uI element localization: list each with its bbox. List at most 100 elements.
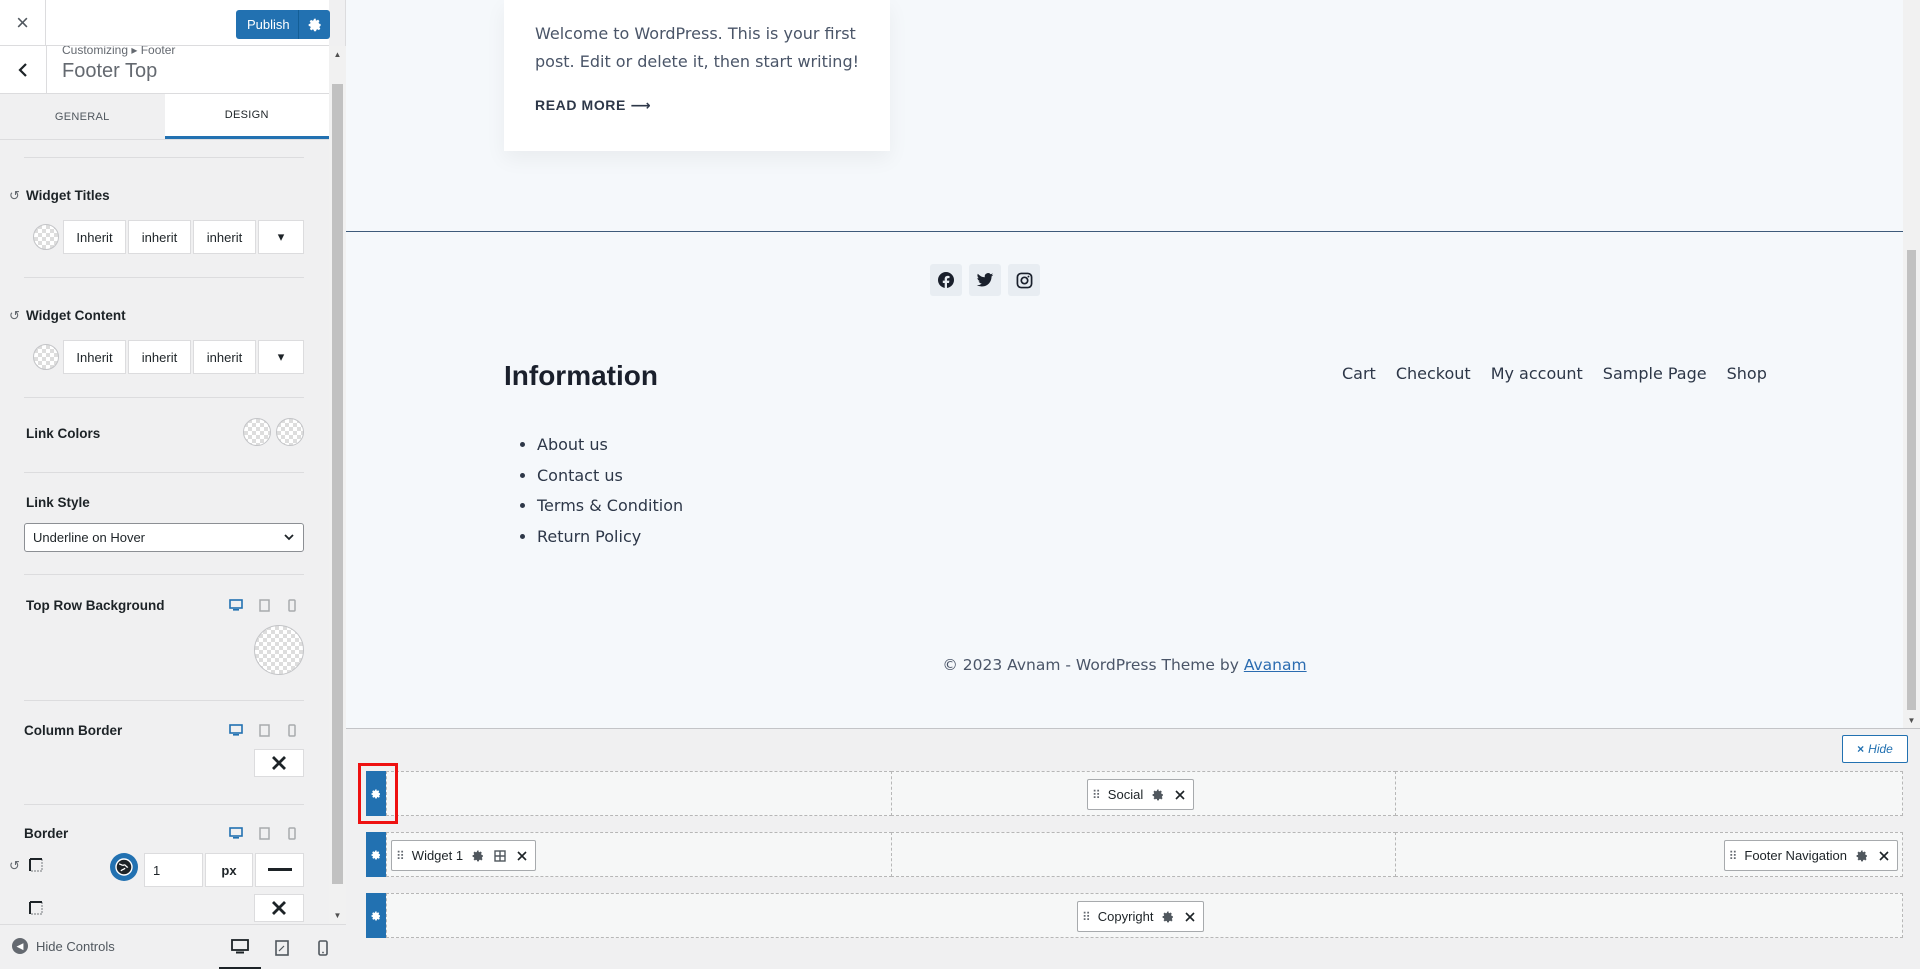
widget-titles-more-dropdown[interactable]: ▾ bbox=[258, 220, 304, 254]
desktop-icon[interactable] bbox=[229, 826, 243, 840]
link-style-select[interactable]: Underline on Hover bbox=[24, 523, 304, 552]
tablet-icon[interactable] bbox=[257, 598, 271, 612]
preview-desktop-button[interactable] bbox=[219, 925, 261, 969]
sidebar-scrollbar[interactable]: ▲ ▼ bbox=[329, 46, 346, 924]
divider bbox=[24, 397, 304, 398]
instagram-icon[interactable] bbox=[1008, 264, 1040, 296]
hide-builder-button[interactable]: × Hide bbox=[1842, 735, 1908, 763]
drag-handle-icon[interactable]: ⠿ bbox=[1729, 849, 1738, 863]
scroll-down-arrow-icon[interactable]: ▼ bbox=[1903, 714, 1920, 726]
widgets-grid-icon[interactable] bbox=[493, 849, 507, 863]
preview-scroll-thumb[interactable] bbox=[1907, 250, 1916, 710]
close-icon[interactable] bbox=[1183, 910, 1197, 924]
section-title: Footer Top bbox=[62, 60, 158, 82]
column-border-none-button[interactable] bbox=[254, 749, 304, 777]
mobile-icon bbox=[318, 939, 328, 956]
border-top-side-icon bbox=[28, 857, 44, 878]
border-style-select[interactable] bbox=[255, 853, 304, 887]
widget-content-color-swatch[interactable] bbox=[33, 344, 59, 370]
collapse-arrow-icon: ◀ bbox=[12, 938, 28, 954]
footer-nav-shop[interactable]: Shop bbox=[1727, 364, 1767, 383]
reset-icon[interactable]: ↺ bbox=[9, 308, 20, 324]
builder-column[interactable]: ⠿ Widget 1 bbox=[386, 832, 892, 877]
builder-column[interactable]: ⠿ Copyright bbox=[386, 893, 1903, 938]
builder-column[interactable] bbox=[1395, 771, 1903, 816]
globe-icon[interactable] bbox=[110, 853, 138, 881]
footer-nav-checkout[interactable]: Checkout bbox=[1396, 364, 1471, 383]
drag-handle-icon[interactable]: ⠿ bbox=[1082, 910, 1091, 924]
tab-design[interactable]: DESIGN bbox=[164, 94, 329, 139]
close-customizer-button[interactable]: × bbox=[0, 0, 46, 46]
border-unit-select[interactable]: px bbox=[205, 853, 253, 887]
footer-nav-my-account[interactable]: My account bbox=[1491, 364, 1583, 383]
row-settings-button[interactable] bbox=[366, 832, 386, 877]
copyright-item[interactable]: ⠿ Copyright bbox=[1077, 901, 1205, 932]
social-item[interactable]: ⠿ Social bbox=[1087, 779, 1195, 810]
mobile-icon[interactable] bbox=[285, 598, 299, 612]
border-none-button[interactable] bbox=[254, 894, 304, 922]
widget-titles-font-family[interactable]: Inherit bbox=[63, 220, 126, 254]
preview-scrollbar[interactable]: ▼ bbox=[1903, 0, 1920, 728]
reset-icon[interactable]: ↺ bbox=[9, 188, 20, 204]
footer-navigation: Cart Checkout My account Sample Page Sho… bbox=[1342, 364, 1767, 383]
scroll-down-arrow-icon[interactable]: ▼ bbox=[329, 907, 346, 924]
sidebar-scroll-thumb[interactable] bbox=[332, 84, 343, 884]
tablet-icon[interactable] bbox=[257, 826, 271, 840]
close-icon[interactable] bbox=[515, 849, 529, 863]
gear-icon[interactable] bbox=[471, 849, 485, 863]
gear-icon[interactable] bbox=[1161, 910, 1175, 924]
hide-controls-button[interactable]: ◀ Hide Controls bbox=[12, 938, 115, 954]
builder-column[interactable] bbox=[891, 832, 1396, 877]
list-item[interactable]: About us bbox=[537, 430, 683, 461]
close-icon[interactable] bbox=[1173, 788, 1187, 802]
link-hover-color-swatch[interactable] bbox=[276, 418, 304, 446]
builder-column[interactable]: ⠿ Footer Navigation bbox=[1395, 832, 1903, 877]
mobile-icon[interactable] bbox=[285, 723, 299, 737]
widget-content-font-weight[interactable]: inherit bbox=[128, 340, 191, 374]
close-icon bbox=[272, 756, 286, 770]
border-width-input[interactable]: 1 bbox=[144, 853, 203, 887]
widget-1-item[interactable]: ⠿ Widget 1 bbox=[391, 840, 537, 871]
gear-icon[interactable] bbox=[1855, 849, 1869, 863]
builder-column[interactable]: ⠿ Social bbox=[891, 771, 1396, 816]
drag-handle-icon[interactable]: ⠿ bbox=[1092, 788, 1101, 802]
desktop-icon[interactable] bbox=[229, 598, 243, 612]
read-more-link[interactable]: READ MORE ⟶ bbox=[535, 97, 651, 114]
widget-content-font-family[interactable]: Inherit bbox=[63, 340, 126, 374]
footer-builder-panel: × Hide ⠿ Social ⠿ Widget 1 ⠿ Footer Navi… bbox=[346, 728, 1920, 969]
footer-navigation-item[interactable]: ⠿ Footer Navigation bbox=[1723, 840, 1898, 871]
preview-mobile-button[interactable] bbox=[302, 925, 344, 969]
gear-icon[interactable] bbox=[1151, 788, 1165, 802]
scroll-up-arrow-icon[interactable]: ▲ bbox=[329, 46, 346, 63]
list-item[interactable]: Contact us bbox=[537, 461, 683, 492]
preview-tablet-button[interactable] bbox=[261, 925, 303, 969]
link-color-swatch[interactable] bbox=[243, 418, 271, 446]
desktop-icon[interactable] bbox=[229, 723, 243, 737]
tab-general[interactable]: GENERAL bbox=[0, 94, 165, 139]
drag-handle-icon[interactable]: ⠿ bbox=[396, 849, 405, 863]
list-item[interactable]: Terms & Condition bbox=[537, 491, 683, 522]
tablet-icon[interactable] bbox=[257, 723, 271, 737]
footer-nav-cart[interactable]: Cart bbox=[1342, 364, 1376, 383]
list-item[interactable]: Return Policy bbox=[537, 522, 683, 553]
row-settings-button[interactable] bbox=[366, 893, 386, 938]
widget-content-more-dropdown[interactable]: ▾ bbox=[258, 340, 304, 374]
top-row-background-swatch[interactable] bbox=[254, 625, 304, 675]
mobile-icon[interactable] bbox=[285, 826, 299, 840]
builder-column[interactable] bbox=[386, 771, 892, 816]
widget-titles-color-swatch[interactable] bbox=[33, 224, 59, 250]
widget-titles-font-weight[interactable]: inherit bbox=[128, 220, 191, 254]
close-icon[interactable] bbox=[1877, 849, 1891, 863]
post-card: Welcome to WordPress. This is your first… bbox=[504, 0, 890, 151]
widget-content-font-size[interactable]: inherit bbox=[193, 340, 256, 374]
publish-button[interactable]: Publish bbox=[236, 10, 330, 39]
publish-settings-gear-icon[interactable] bbox=[298, 10, 330, 39]
back-button[interactable] bbox=[0, 46, 47, 93]
close-icon: × bbox=[1857, 742, 1865, 756]
reset-icon[interactable]: ↺ bbox=[9, 858, 20, 874]
twitter-icon[interactable] bbox=[969, 264, 1001, 296]
widget-titles-font-size[interactable]: inherit bbox=[193, 220, 256, 254]
facebook-icon[interactable] bbox=[930, 264, 962, 296]
footer-nav-sample-page[interactable]: Sample Page bbox=[1603, 364, 1707, 383]
copyright-link[interactable]: Avanam bbox=[1244, 656, 1307, 674]
